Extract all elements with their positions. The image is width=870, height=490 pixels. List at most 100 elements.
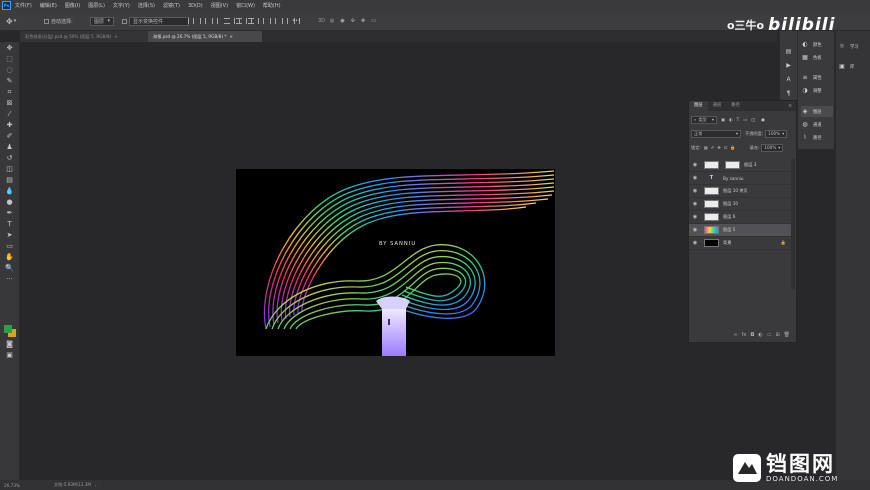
dock-channels[interactable]: ◍ 通道 bbox=[801, 119, 833, 130]
tab-layers[interactable]: 图层 bbox=[689, 101, 708, 111]
distribute-hcenter-icon[interactable] bbox=[282, 18, 288, 24]
eyedropper-tool-icon[interactable]: ⁄ bbox=[4, 110, 15, 119]
align-right-icon[interactable] bbox=[212, 18, 218, 24]
rectangle-tool-icon[interactable]: ▭ bbox=[4, 242, 15, 251]
dock-swatches[interactable]: ▦ 色板 bbox=[801, 52, 833, 63]
layer-row[interactable]: ◉ 图层 6 bbox=[689, 211, 792, 224]
auto-select-target-dropdown[interactable]: 图层 ▾ bbox=[90, 16, 114, 26]
edit-toolbar-icon[interactable]: ··· bbox=[4, 275, 15, 284]
blend-mode-dropdown[interactable]: 正常 ▾ bbox=[691, 129, 741, 138]
tab-document-1[interactable]: 彩色线条(分层).psd @ 50% (图层 5, RGB/8) × bbox=[20, 31, 148, 42]
marquee-tool-icon[interactable]: ⬚ bbox=[4, 55, 15, 64]
close-icon[interactable]: × bbox=[114, 34, 118, 39]
frame-tool-icon[interactable]: ⊠ bbox=[4, 99, 15, 108]
align-top-icon[interactable] bbox=[224, 18, 230, 24]
filter-pixel-icon[interactable]: ▣ bbox=[721, 117, 725, 122]
filter-smart-object-icon[interactable]: ◫ bbox=[751, 117, 755, 122]
eye-icon[interactable]: ◉ bbox=[690, 240, 700, 246]
tab-channels[interactable]: 通道 bbox=[708, 101, 727, 111]
dock-libraries[interactable]: ▣ 库 bbox=[838, 61, 870, 72]
3d-roll-icon[interactable]: ◉ bbox=[340, 18, 344, 24]
menu-view[interactable]: 视图(V) bbox=[211, 2, 228, 9]
character-panel-icon[interactable]: A bbox=[784, 75, 793, 84]
3d-scale-icon[interactable]: ▭ bbox=[371, 18, 376, 24]
eye-icon[interactable]: ◉ bbox=[690, 162, 700, 168]
tab-document-2[interactable]: 海报.psd @ 26.7% (图层 5, RGB/8) * × bbox=[148, 31, 262, 42]
layer-row[interactable]: ◉ 图层 10 拷贝 bbox=[689, 185, 792, 198]
menu-type[interactable]: 文字(Y) bbox=[113, 2, 130, 9]
eye-icon[interactable]: ◉ bbox=[690, 227, 700, 233]
paragraph-panel-icon[interactable]: ¶ bbox=[784, 89, 793, 98]
show-transform-checkbox[interactable]: 显示变换控件 bbox=[122, 16, 189, 26]
lasso-tool-icon[interactable]: ◌ bbox=[4, 66, 15, 75]
menu-edit[interactable]: 编辑(E) bbox=[40, 2, 57, 9]
menu-help[interactable]: 帮助(H) bbox=[263, 2, 281, 9]
clone-stamp-tool-icon[interactable]: ♟ bbox=[4, 143, 15, 152]
tab-paths[interactable]: 路径 bbox=[726, 101, 745, 111]
distribute-bottom-icon[interactable] bbox=[258, 18, 264, 24]
new-group-icon[interactable]: ▭ bbox=[767, 332, 772, 338]
dock-learn[interactable]: ☼ 学习 bbox=[838, 41, 870, 52]
filter-shape-icon[interactable]: ▭ bbox=[743, 117, 747, 122]
path-select-tool-icon[interactable]: ➤ bbox=[4, 231, 15, 240]
menu-window[interactable]: 窗口(W) bbox=[236, 2, 255, 9]
layer-row-selected[interactable]: ◉ 图层 5 bbox=[689, 224, 792, 237]
align-hcenter-icon[interactable] bbox=[200, 18, 206, 24]
dock-adjustments[interactable]: ◑ 调整 bbox=[801, 85, 833, 96]
filter-adjustment-icon[interactable]: ◐ bbox=[729, 117, 733, 122]
close-icon[interactable]: × bbox=[230, 34, 234, 39]
dock-properties[interactable]: ≡ 属性 bbox=[801, 72, 833, 83]
lock-all-icon[interactable]: 🔒 bbox=[730, 145, 735, 151]
menu-image[interactable]: 图像(I) bbox=[65, 2, 80, 9]
panel-menu-icon[interactable]: ≡ bbox=[788, 104, 792, 109]
adjustment-layer-icon[interactable]: ◐ bbox=[758, 332, 762, 338]
3d-orbit-icon[interactable]: ◎ bbox=[330, 18, 334, 24]
type-tool-icon[interactable]: T bbox=[4, 220, 15, 229]
dock-layers[interactable]: ◈ 图层 bbox=[801, 106, 833, 117]
more-options-button[interactable]: ••• bbox=[292, 16, 301, 26]
layer-row[interactable]: ◉ 图层 3 bbox=[689, 159, 792, 172]
quick-select-tool-icon[interactable]: ✎ bbox=[4, 77, 15, 86]
distribute-vcenter-icon[interactable] bbox=[246, 18, 252, 24]
history-brush-tool-icon[interactable]: ↺ bbox=[4, 154, 15, 163]
dodge-tool-icon[interactable]: ● bbox=[4, 198, 15, 207]
layers-scrollbar[interactable] bbox=[791, 159, 795, 289]
lock-pixels-icon[interactable]: ✐ bbox=[711, 145, 715, 150]
distribute-left-icon[interactable] bbox=[270, 18, 276, 24]
layer-row[interactable]: ◉ 背景 🔒 bbox=[689, 237, 792, 250]
trash-icon[interactable]: 🗑 bbox=[784, 332, 790, 338]
new-layer-icon[interactable]: ⊞ bbox=[775, 332, 779, 338]
move-tool-preset[interactable]: ✥ ▾ bbox=[6, 16, 16, 26]
menu-3d[interactable]: 3D(D) bbox=[188, 3, 203, 9]
menu-filter[interactable]: 滤镜(T) bbox=[163, 2, 180, 9]
gradient-tool-icon[interactable]: ▤ bbox=[4, 176, 15, 185]
crop-tool-icon[interactable]: ⌗ bbox=[4, 88, 15, 97]
chevron-right-icon[interactable]: › bbox=[95, 483, 97, 488]
filter-toggle-icon[interactable]: ● bbox=[761, 117, 765, 122]
layer-row[interactable]: ◉ 图层 10 bbox=[689, 198, 792, 211]
lock-transparent-icon[interactable]: ▦ bbox=[704, 145, 708, 150]
menu-layer[interactable]: 图层(L) bbox=[88, 2, 105, 9]
healing-brush-tool-icon[interactable]: ✚ bbox=[4, 121, 15, 130]
align-left-icon[interactable] bbox=[188, 18, 194, 24]
eye-icon[interactable]: ◉ bbox=[690, 175, 700, 181]
screen-mode-icon[interactable]: ▣ bbox=[4, 351, 15, 360]
actions-panel-icon[interactable]: ▶ bbox=[784, 61, 793, 70]
blur-tool-icon[interactable]: 💧 bbox=[4, 187, 15, 196]
history-panel-icon[interactable]: ▤ bbox=[784, 47, 793, 56]
eye-icon[interactable]: ◉ bbox=[690, 188, 700, 194]
menu-file[interactable]: 文件(F) bbox=[15, 2, 32, 9]
eye-icon[interactable]: ◉ bbox=[690, 201, 700, 207]
document-info[interactable]: 文档:5.93M/11.3M bbox=[54, 482, 91, 488]
link-layers-icon[interactable]: ∞ bbox=[733, 332, 737, 338]
hand-tool-icon[interactable]: ✋ bbox=[4, 253, 15, 262]
dock-color[interactable]: ◐ 颜色 bbox=[801, 39, 833, 50]
document-canvas[interactable]: BY SANNIU bbox=[236, 169, 555, 356]
eye-icon[interactable]: ◉ bbox=[690, 214, 700, 220]
lock-position-icon[interactable]: ✥ bbox=[717, 145, 721, 150]
menu-select[interactable]: 选择(S) bbox=[138, 2, 155, 9]
move-tool-icon[interactable]: ✥ bbox=[4, 44, 15, 53]
lock-artboard-icon[interactable]: ⊡ bbox=[724, 145, 728, 150]
filter-type-icon[interactable]: T bbox=[737, 117, 740, 122]
pen-tool-icon[interactable]: ✒ bbox=[4, 209, 15, 218]
